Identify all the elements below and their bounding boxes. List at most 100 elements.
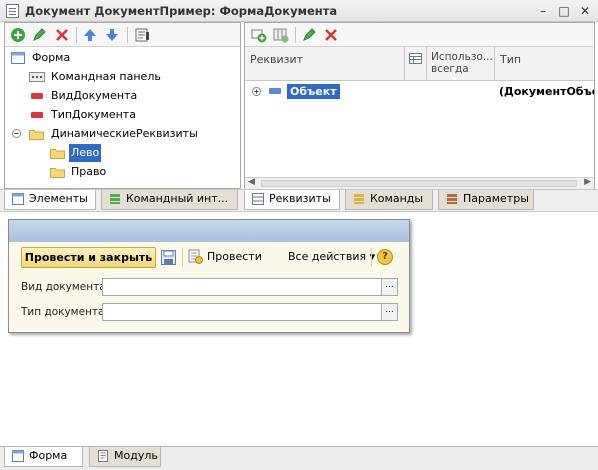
tree-item-tip-dokumenta[interactable]: ТипДокумента: [5, 106, 240, 124]
elements-tree: Форма Командная панель ВидДокумента ТипД…: [5, 47, 240, 188]
tab-parameters[interactable]: Параметры: [438, 190, 534, 210]
right-tabbar: Реквизиты Команды Параметры: [242, 189, 598, 211]
column-type[interactable]: Тип: [495, 47, 594, 81]
add-icon[interactable]: [10, 27, 26, 43]
tree-item-label: Форма: [32, 51, 71, 64]
tree-item-label: Командная панель: [51, 70, 161, 83]
folder-icon: [50, 168, 65, 178]
left-tabbar: Элементы Командный инт...: [0, 189, 242, 211]
vid-dokumenta-input[interactable]: [102, 278, 382, 296]
edit-icon[interactable]: [301, 27, 317, 43]
delete-icon[interactable]: [323, 27, 339, 43]
tip-dokumenta-label: Тип документа:: [21, 306, 109, 318]
properties-icon[interactable]: [134, 27, 150, 43]
tree-item-form[interactable]: Форма: [5, 49, 240, 67]
collapse-toggle-icon[interactable]: [12, 129, 21, 138]
folder-icon: [50, 149, 65, 159]
close-button[interactable]: ✕: [577, 3, 593, 19]
save-icon[interactable]: [161, 250, 176, 265]
tab-module[interactable]: Модуль: [89, 447, 161, 467]
tab-label: Форма: [29, 449, 68, 462]
post-label: Провести: [207, 250, 262, 263]
form-tab-icon: [12, 450, 24, 462]
move-down-icon[interactable]: [104, 27, 120, 43]
toolbar-separator: [295, 27, 296, 43]
column-table-toggle[interactable]: [405, 47, 427, 81]
maximize-button[interactable]: □: [556, 3, 572, 19]
window-title: Документ ДокументПример: ФормаДокумента: [25, 4, 338, 18]
scroll-thumb[interactable]: [261, 180, 577, 187]
attributes-tab-icon: [252, 193, 264, 205]
row-type: (ДокументОбъе: [499, 85, 594, 98]
tab-label: Элементы: [29, 192, 88, 205]
splitter[interactable]: [0, 211, 598, 212]
tab-elements[interactable]: Элементы: [4, 190, 96, 210]
tab-label: Реквизиты: [269, 192, 331, 205]
table-icon: [409, 53, 422, 64]
column-always-use[interactable]: Использо... всегда: [427, 47, 495, 81]
edit-icon[interactable]: [31, 27, 47, 43]
move-up-icon[interactable]: [82, 27, 98, 43]
toolbar-separator: [127, 27, 128, 43]
post-and-close-button[interactable]: Провести и закрыть: [21, 247, 156, 268]
toolbar-separator: [371, 248, 372, 266]
elements-toolbar: [5, 23, 240, 47]
form-preview: Провести и закрыть Провести Все действия…: [8, 219, 410, 333]
tree-item-label: ДинамическиеРеквизиты: [51, 127, 198, 140]
field-icon: [31, 93, 43, 99]
grid-header: Реквизит Использо... всегда Тип: [245, 47, 594, 81]
attributes-panel: Реквизит Использо... всегда Тип Объект (…: [244, 22, 595, 189]
tree-item-label: Лево: [69, 144, 102, 162]
post-document-icon: [188, 249, 203, 264]
tree-item-pravo[interactable]: Право: [5, 163, 240, 181]
vid-dokumenta-choice-button[interactable]: ...: [381, 278, 398, 296]
tab-label: Командный инт...: [126, 192, 229, 205]
attributes-toolbar: [245, 23, 594, 47]
all-actions-menu[interactable]: Все действия ▾: [288, 250, 375, 263]
tree-item-levo[interactable]: Лево: [5, 144, 240, 162]
field-icon: [31, 112, 43, 118]
command-panel-icon: [29, 72, 45, 82]
tree-item-label: ВидДокумента: [51, 89, 138, 102]
tab-label: Команды: [370, 192, 424, 205]
command-interface-tab-icon: [110, 194, 120, 204]
minimize-button[interactable]: –: [535, 3, 551, 19]
horizontal-scrollbar[interactable]: ◀ ▶: [245, 177, 594, 189]
column-attribute[interactable]: Реквизит: [245, 47, 405, 81]
add-attribute-icon[interactable]: [251, 27, 267, 43]
parameters-tab-icon: [447, 194, 457, 204]
tree-item-dynamic-attributes[interactable]: ДинамическиеРеквизиты: [5, 125, 240, 143]
object-attribute-icon: [269, 88, 281, 94]
bottom-tabbar: Форма Модуль: [0, 446, 598, 470]
tip-dokumenta-input[interactable]: [102, 303, 382, 321]
tab-command-interface[interactable]: Командный инт...: [101, 190, 238, 210]
tab-commands[interactable]: Команды: [345, 190, 433, 210]
tree-item-vid-dokumenta[interactable]: ВидДокумента: [5, 87, 240, 105]
tab-label: Модуль: [114, 449, 158, 462]
tip-dokumenta-choice-button[interactable]: ...: [381, 303, 398, 321]
toolbar-separator: [182, 248, 183, 266]
delete-icon[interactable]: [54, 27, 70, 43]
scroll-right-icon[interactable]: ▶: [584, 177, 591, 187]
document-icon: [6, 4, 19, 18]
tab-form[interactable]: Форма: [4, 447, 83, 467]
tree-item-label: ТипДокумента: [51, 108, 136, 121]
title-bar: Документ ДокументПример: ФормаДокумента …: [0, 0, 598, 22]
tree-item-command-panel[interactable]: Командная панель: [5, 68, 240, 86]
form-preview-header: [9, 220, 409, 242]
expand-toggle-icon[interactable]: [252, 87, 261, 96]
add-column-icon[interactable]: [273, 27, 289, 43]
tree-item-label: Право: [71, 165, 107, 178]
vid-dokumenta-label: Вид документа:: [21, 281, 110, 293]
form-icon: [11, 52, 25, 64]
elements-tab-icon: [12, 193, 24, 205]
module-tab-icon: [98, 450, 108, 462]
tab-attributes[interactable]: Реквизиты: [244, 190, 340, 210]
tab-label: Параметры: [463, 192, 529, 205]
folder-icon: [29, 130, 44, 140]
help-icon[interactable]: ?: [377, 249, 393, 265]
row-name: Объект: [287, 84, 340, 99]
commands-tab-icon: [354, 194, 364, 204]
scroll-left-icon[interactable]: ◀: [248, 177, 255, 187]
table-row[interactable]: Объект (ДокументОбъе: [245, 81, 594, 101]
